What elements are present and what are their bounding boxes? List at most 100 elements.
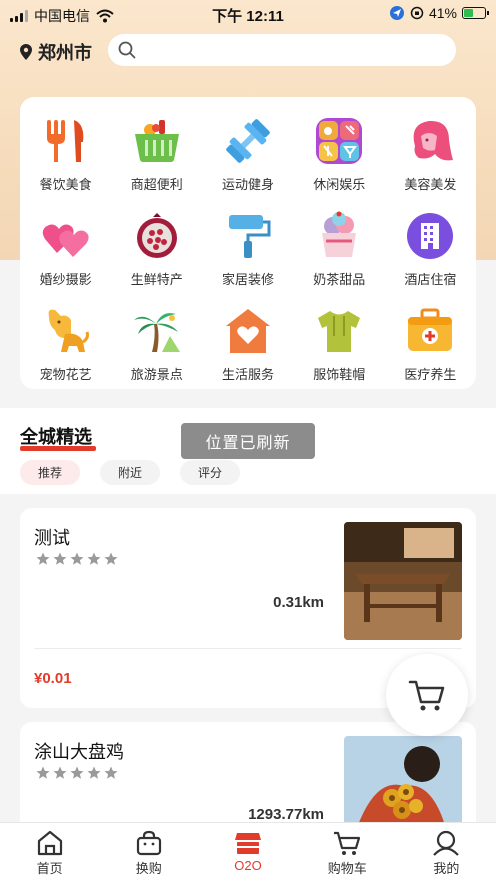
category-wedding-photo[interactable]: 婚纱摄影: [20, 210, 111, 288]
category-label: 生鲜特产: [130, 272, 183, 287]
store-distance: 0.31km: [273, 594, 324, 611]
category-label: 旅游景点: [130, 367, 183, 382]
hearts-icon: [40, 210, 92, 262]
category-dining[interactable]: 餐饮美食: [20, 115, 111, 193]
store-thumbnail[interactable]: [344, 522, 462, 640]
category-fresh-produce[interactable]: 生鲜特产: [111, 210, 202, 288]
fork-knife-icon: [40, 115, 92, 167]
orientation-lock-icon: [410, 6, 424, 20]
shirt-icon: [313, 305, 365, 357]
city-selector[interactable]: 郑州市: [20, 39, 92, 65]
store-distance: 1293.77km: [248, 806, 324, 823]
star-icon: [70, 552, 84, 565]
category-label: 婚纱摄影: [39, 272, 92, 287]
category-beauty[interactable]: 美容美发: [385, 115, 476, 193]
location-pin-icon: [20, 44, 32, 60]
category-pets-flowers[interactable]: 宠物花艺: [20, 305, 111, 383]
location-arrow-icon: [389, 6, 404, 20]
hair-icon: [404, 115, 456, 167]
category-entertainment[interactable]: 休闲娱乐: [294, 115, 385, 193]
status-bar: 中国电信 下午 12:11 41%: [0, 0, 496, 28]
tab-home[interactable]: 首页: [0, 823, 99, 882]
entertainment-icon: [313, 115, 365, 167]
store-price: ¥0.01: [34, 670, 72, 687]
category-label: 家居装修: [221, 272, 274, 287]
star-icon: [104, 552, 118, 565]
tab-label: 首页: [36, 861, 63, 876]
house-heart-icon: [222, 305, 274, 357]
category-home-decor[interactable]: 家居装修: [202, 210, 293, 288]
filter-nearby[interactable]: 附近: [100, 460, 160, 485]
tab-o2o[interactable]: O2O: [198, 823, 297, 882]
category-dessert[interactable]: 奶茶甜品: [294, 210, 385, 288]
search-bar[interactable]: [108, 34, 456, 66]
pomegranate-icon: [131, 210, 183, 262]
category-label: 美容美发: [404, 177, 457, 192]
star-icon: [87, 766, 101, 779]
card-divider: [34, 648, 462, 649]
tab-label: 我的: [433, 861, 460, 876]
star-icon: [87, 552, 101, 565]
category-label: 生活服务: [221, 367, 274, 382]
cart-icon: [408, 680, 445, 711]
dumbbell-icon: [222, 115, 274, 167]
filter-rating[interactable]: 评分: [180, 460, 240, 485]
tab-exchange[interactable]: 换购: [99, 823, 198, 882]
category-label: 酒店住宿: [404, 272, 457, 287]
search-input[interactable]: [144, 42, 444, 58]
tab-profile[interactable]: 我的: [397, 823, 496, 882]
star-icon: [104, 766, 118, 779]
shopping-bag-icon: [136, 830, 161, 856]
category-label: 奶茶甜品: [313, 272, 366, 287]
tab-label: 购物车: [327, 861, 367, 876]
hotel-icon: [404, 210, 456, 262]
store-name: 测试: [34, 528, 70, 548]
category-label: 医疗养生: [404, 367, 457, 382]
home-icon: [37, 830, 62, 856]
floating-cart-button[interactable]: [386, 654, 468, 736]
category-fitness[interactable]: 运动健身: [202, 115, 293, 193]
star-icon: [36, 552, 50, 565]
star-icon: [36, 766, 50, 779]
palm-tree-icon: [131, 305, 183, 357]
ice-cream-icon: [313, 210, 365, 262]
category-label: 服饰鞋帽: [313, 367, 366, 382]
store-icon: [235, 833, 261, 854]
star-icon: [53, 766, 67, 779]
city-name: 郑州市: [38, 43, 92, 63]
toast-message: 位置已刷新: [181, 423, 315, 459]
category-hotel[interactable]: 酒店住宿: [385, 210, 476, 288]
filter-chips: 推荐 附近 评分: [20, 460, 240, 485]
paint-roller-icon: [222, 210, 274, 262]
tab-label: O2O: [234, 858, 262, 873]
star-icon: [53, 552, 67, 565]
dog-icon: [40, 305, 92, 357]
star-icon: [70, 766, 84, 779]
category-tourism[interactable]: 旅游景点: [111, 305, 202, 383]
category-label: 宠物花艺: [39, 367, 92, 382]
section-underline: [20, 446, 96, 451]
search-icon: [118, 41, 136, 59]
featured-section-header: 全城精选 位置已刷新 推荐 附近 评分: [0, 408, 496, 494]
category-life-services[interactable]: 生活服务: [202, 305, 293, 383]
medical-kit-icon: [404, 305, 456, 357]
tab-label: 换购: [135, 861, 162, 876]
rating-stars: [36, 552, 118, 566]
store-thumbnail[interactable]: [344, 736, 462, 836]
category-label: 商超便利: [130, 177, 183, 192]
category-convenience[interactable]: 商超便利: [111, 115, 202, 193]
category-label: 运动健身: [221, 177, 274, 192]
bottom-tab-bar: 首页 换购 O2O 购物车 我的: [0, 822, 496, 882]
store-name: 涂山大盘鸡: [34, 742, 124, 762]
category-label: 休闲娱乐: [313, 177, 366, 192]
basket-icon: [131, 115, 183, 167]
tab-cart[interactable]: 购物车: [298, 823, 397, 882]
category-healthcare[interactable]: 医疗养生: [385, 305, 476, 383]
filter-recommended[interactable]: 推荐: [20, 460, 80, 485]
rating-stars: [36, 766, 118, 780]
battery-icon: [462, 7, 489, 19]
category-apparel[interactable]: 服饰鞋帽: [294, 305, 385, 383]
user-icon: [433, 830, 460, 856]
category-label: 餐饮美食: [39, 177, 92, 192]
battery-percent: 41%: [428, 5, 457, 21]
